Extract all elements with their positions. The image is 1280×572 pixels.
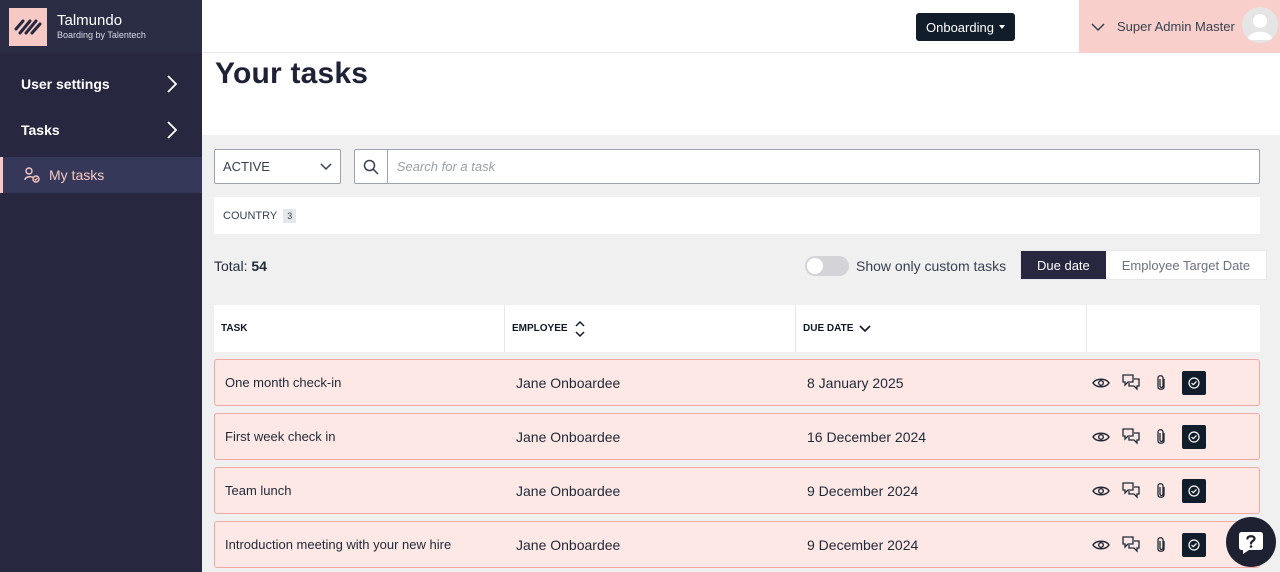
help-chat-button[interactable] — [1226, 517, 1276, 567]
sort-employee-target-date-button[interactable]: Employee Target Date — [1106, 251, 1266, 279]
eye-icon[interactable] — [1092, 536, 1110, 554]
toggle-knob — [807, 258, 823, 274]
total-value: 54 — [251, 258, 267, 274]
employee-name: Jane Onboardee — [516, 428, 621, 445]
column-label: DUE DATE — [803, 323, 854, 334]
custom-tasks-toggle-label: Show only custom tasks — [856, 258, 1007, 274]
table-header: TASK EMPLOYEE DUE DATE — [214, 305, 1260, 352]
task-name: One month check-in — [225, 375, 342, 390]
sidebar-item-label: Tasks — [21, 122, 60, 138]
sort-mode-switch: Due date Employee Target Date — [1020, 250, 1268, 280]
search-box — [354, 149, 1260, 184]
total-label: Total: — [214, 258, 248, 274]
total-count: Total: 54 — [214, 258, 267, 274]
country-filter[interactable]: COUNTRY 3 — [214, 197, 1260, 234]
table-row[interactable]: Team lunch Jane Onboardee 9 December 202… — [214, 467, 1260, 514]
sort-desc-icon — [859, 324, 871, 332]
due-date: 9 December 2024 — [807, 482, 919, 499]
paperclip-icon[interactable] — [1152, 374, 1170, 392]
my-tasks-icon — [24, 167, 40, 183]
employee-name: Jane Onboardee — [516, 536, 621, 553]
column-header-employee[interactable]: EMPLOYEE — [505, 305, 796, 352]
check-circle-icon — [1188, 484, 1200, 497]
due-date: 8 January 2025 — [807, 374, 904, 391]
column-label: EMPLOYEE — [512, 323, 568, 334]
column-label: TASK — [221, 323, 248, 334]
sidebar-item-label: User settings — [21, 76, 110, 92]
comments-icon[interactable] — [1122, 374, 1140, 392]
sidebar-item-tasks[interactable]: Tasks — [0, 107, 202, 153]
brand[interactable]: Talmundo Boarding by Talentech — [0, 0, 202, 53]
column-header-due-date[interactable]: DUE DATE — [796, 305, 1087, 352]
check-circle-icon — [1188, 430, 1200, 443]
table-row[interactable]: One month check-in Jane Onboardee 8 Janu… — [214, 359, 1260, 406]
top-header: Onboarding Super Admin Master — [202, 0, 1280, 53]
sort-due-date-button[interactable]: Due date — [1021, 251, 1106, 279]
paperclip-icon[interactable] — [1152, 536, 1170, 554]
caret-down-icon — [998, 25, 1005, 29]
sidebar-item-my-tasks[interactable]: My tasks — [0, 157, 202, 193]
employee-name: Jane Onboardee — [516, 374, 621, 391]
complete-task-button[interactable] — [1182, 370, 1206, 395]
check-circle-icon — [1188, 376, 1200, 389]
sort-icon — [575, 320, 585, 337]
eye-icon[interactable] — [1092, 482, 1110, 500]
page-title: Your tasks — [215, 57, 369, 90]
title-area: Your tasks — [202, 53, 1280, 135]
eye-icon[interactable] — [1092, 428, 1110, 446]
onboarding-dropdown-button[interactable]: Onboarding — [916, 13, 1015, 41]
complete-task-button[interactable] — [1182, 424, 1206, 449]
task-name: Team lunch — [225, 483, 292, 498]
table-row[interactable]: Introduction meeting with your new hire … — [214, 521, 1260, 568]
paperclip-icon[interactable] — [1152, 482, 1170, 500]
brand-name: Talmundo — [57, 12, 123, 29]
chevron-down-icon — [320, 162, 332, 170]
logo-icon — [9, 7, 47, 46]
column-header-task[interactable]: TASK — [214, 305, 505, 352]
paperclip-icon[interactable] — [1152, 428, 1170, 446]
complete-task-button[interactable] — [1182, 532, 1206, 557]
comments-icon[interactable] — [1122, 536, 1140, 554]
sidebar: Talmundo Boarding by Talentech User sett… — [0, 0, 202, 572]
user-menu[interactable]: Super Admin Master — [1079, 0, 1280, 53]
eye-icon[interactable] — [1092, 374, 1110, 392]
sidebar-item-label: My tasks — [49, 167, 105, 183]
due-date: 9 December 2024 — [807, 536, 919, 553]
chevron-right-icon — [167, 121, 178, 139]
brand-subtitle: Boarding by Talentech — [57, 30, 146, 40]
task-list: One month check-in Jane Onboardee 8 Janu… — [214, 359, 1260, 572]
status-select[interactable]: ACTIVE — [214, 149, 341, 184]
chevron-down-icon — [1091, 22, 1105, 31]
due-date: 16 December 2024 — [807, 428, 927, 445]
employee-name: Jane Onboardee — [516, 482, 621, 499]
chevron-right-icon — [167, 75, 178, 93]
user-name: Super Admin Master — [1117, 19, 1235, 34]
task-name: First week check in — [225, 429, 336, 444]
column-header-actions — [1087, 305, 1260, 352]
country-count-badge: 3 — [283, 208, 297, 223]
task-name: Introduction meeting with your new hire — [225, 537, 452, 552]
sidebar-item-user-settings[interactable]: User settings — [0, 61, 202, 107]
avatar[interactable] — [1242, 7, 1278, 43]
complete-task-button[interactable] — [1182, 478, 1206, 503]
check-circle-icon — [1188, 538, 1200, 551]
custom-tasks-toggle[interactable] — [805, 256, 849, 276]
comments-icon[interactable] — [1122, 428, 1140, 446]
search-icon[interactable] — [355, 150, 388, 183]
country-label: COUNTRY — [223, 209, 278, 222]
status-value: ACTIVE — [223, 159, 270, 174]
onboarding-label: Onboarding — [926, 19, 994, 35]
help-icon — [1239, 532, 1263, 554]
search-input[interactable] — [387, 150, 1259, 183]
table-row[interactable]: First week check in Jane Onboardee 16 De… — [214, 413, 1260, 460]
comments-icon[interactable] — [1122, 482, 1140, 500]
